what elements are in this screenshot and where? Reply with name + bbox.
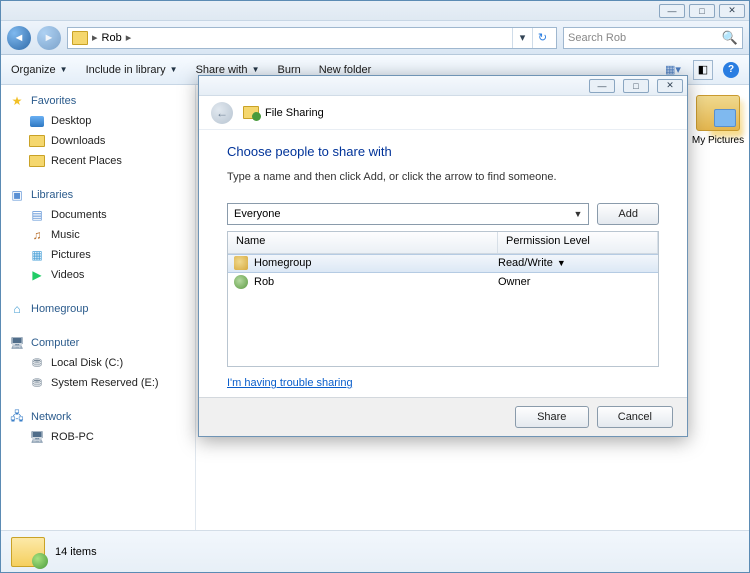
dialog-heading: Choose people to share with xyxy=(227,144,659,159)
share-list: Name Permission Level Homegroup Read/Wri… xyxy=(227,231,659,367)
sidebar-item-desktop[interactable]: Desktop xyxy=(5,111,195,131)
videos-icon: ▶ xyxy=(29,267,45,283)
breadcrumb-sep: ▸ xyxy=(92,31,98,44)
dialog-back-button[interactable]: ← xyxy=(211,102,233,124)
chevron-down-icon: ▼ xyxy=(574,209,583,219)
sidebar-favorites[interactable]: ★Favorites xyxy=(5,91,195,111)
column-name[interactable]: Name xyxy=(228,232,498,253)
minimize-button[interactable]: — xyxy=(659,4,685,18)
item-count: 14 items xyxy=(55,546,97,558)
add-button[interactable]: Add xyxy=(597,203,659,225)
new-folder-button[interactable]: New folder xyxy=(319,64,372,76)
burn-button[interactable]: Burn xyxy=(277,64,300,76)
sidebar-homegroup[interactable]: ⌂Homegroup xyxy=(5,299,195,319)
sidebar-item-system-reserved[interactable]: ⛃System Reserved (E:) xyxy=(5,373,195,393)
share-list-header: Name Permission Level xyxy=(228,232,658,254)
maximize-button[interactable]: □ xyxy=(689,4,715,18)
dialog-maximize-button[interactable]: □ xyxy=(623,79,649,93)
status-bar: 14 items xyxy=(1,530,749,572)
help-icon[interactable]: ? xyxy=(723,62,739,78)
item-my-pictures[interactable]: My Pictures xyxy=(691,95,745,146)
sidebar-item-rob-pc[interactable]: 🖥ROB-PC xyxy=(5,427,195,447)
desktop-icon xyxy=(30,116,44,127)
sidebar-item-local-disk[interactable]: ⛃Local Disk (C:) xyxy=(5,353,195,373)
sidebar-item-music[interactable]: ♫Music xyxy=(5,225,195,245)
dialog-minimize-button[interactable]: — xyxy=(589,79,615,93)
computer-icon: 🖥 xyxy=(9,335,25,351)
status-folder-icon xyxy=(11,537,45,567)
libraries-icon: ▣ xyxy=(9,187,25,203)
star-icon: ★ xyxy=(9,93,25,109)
disk-icon: ⛃ xyxy=(29,355,45,371)
file-sharing-dialog: — □ ✕ ← File Sharing Choose people to sh… xyxy=(198,75,688,437)
dialog-header: ← File Sharing xyxy=(199,96,687,129)
search-icon: 🔍 xyxy=(722,30,738,46)
include-in-library-menu[interactable]: Include in library▼ xyxy=(86,64,178,76)
back-button[interactable]: ◄ xyxy=(7,26,31,50)
homegroup-icon: ⌂ xyxy=(9,301,25,317)
sidebar-item-downloads[interactable]: Downloads xyxy=(5,131,195,151)
sidebar-item-recent-places[interactable]: Recent Places xyxy=(5,151,195,171)
sidebar-computer[interactable]: 🖥Computer xyxy=(5,333,195,353)
share-row-homegroup[interactable]: Homegroup Read/Write▼ xyxy=(228,254,658,273)
dialog-title: File Sharing xyxy=(265,107,324,119)
search-placeholder: Search Rob xyxy=(568,32,626,44)
history-dropdown[interactable]: ▾ xyxy=(512,28,532,48)
user-icon xyxy=(234,275,248,289)
folder-icon xyxy=(29,135,45,147)
breadcrumb-folder[interactable]: Rob xyxy=(102,32,122,44)
cancel-button[interactable]: Cancel xyxy=(597,406,673,428)
share-row-rob[interactable]: Rob Owner xyxy=(228,273,658,292)
dialog-titlebar: — □ ✕ xyxy=(199,76,687,96)
navigation-pane: ★Favorites Desktop Downloads Recent Plac… xyxy=(1,85,196,530)
dialog-instruction: Type a name and then click Add, or click… xyxy=(227,171,659,183)
close-button[interactable]: ✕ xyxy=(719,4,745,18)
network-icon: 🖧 xyxy=(9,409,25,425)
search-input[interactable]: Search Rob 🔍 xyxy=(563,27,743,49)
dialog-close-button[interactable]: ✕ xyxy=(657,79,683,93)
sidebar-libraries[interactable]: ▣Libraries xyxy=(5,185,195,205)
share-with-menu[interactable]: Share with▼ xyxy=(196,64,260,76)
permission-dropdown[interactable]: Read/Write▼ xyxy=(498,257,658,269)
dialog-footer: Share Cancel xyxy=(199,397,687,436)
preview-pane-button[interactable]: ◧ xyxy=(693,60,713,80)
documents-icon: ▤ xyxy=(29,207,45,223)
navbar: ◄ ► ▸ Rob ▸ ▾ ↻ Search Rob 🔍 xyxy=(1,21,749,55)
music-icon: ♫ xyxy=(29,227,45,243)
folder-icon xyxy=(72,31,88,45)
sidebar-network[interactable]: 🖧Network xyxy=(5,407,195,427)
folder-icon xyxy=(29,155,45,167)
trouble-sharing-link[interactable]: I'm having trouble sharing xyxy=(227,377,659,389)
refresh-button[interactable]: ↻ xyxy=(532,28,552,48)
homegroup-icon xyxy=(234,256,248,270)
address-bar[interactable]: ▸ Rob ▸ ▾ ↻ xyxy=(67,27,557,49)
sidebar-item-pictures[interactable]: ▦Pictures xyxy=(5,245,195,265)
computer-icon: 🖥 xyxy=(29,429,45,445)
people-combobox[interactable]: Everyone ▼ xyxy=(227,203,589,225)
sidebar-item-videos[interactable]: ▶Videos xyxy=(5,265,195,285)
sidebar-item-documents[interactable]: ▤Documents xyxy=(5,205,195,225)
share-button[interactable]: Share xyxy=(515,406,589,428)
breadcrumb-sep2: ▸ xyxy=(126,31,132,44)
column-permission[interactable]: Permission Level xyxy=(498,232,658,253)
disk-icon: ⛃ xyxy=(29,375,45,391)
organize-menu[interactable]: Organize▼ xyxy=(11,64,68,76)
pictures-icon: ▦ xyxy=(29,247,45,263)
forward-button[interactable]: ► xyxy=(37,26,61,50)
pictures-folder-icon xyxy=(696,95,740,131)
file-sharing-icon xyxy=(243,106,259,119)
explorer-titlebar: — □ ✕ xyxy=(1,1,749,21)
